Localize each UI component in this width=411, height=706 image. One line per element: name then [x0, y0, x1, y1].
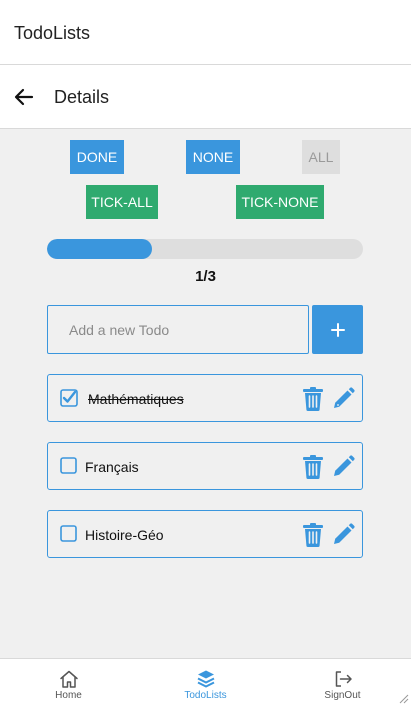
nav-todolists-label: TodoLists	[184, 690, 227, 701]
arrow-left-icon[interactable]	[12, 85, 36, 109]
todo-label: Mathématiques	[88, 391, 184, 407]
tick-all-button[interactable]: TICK-ALL	[86, 185, 158, 219]
todo-label: Histoire-Géo	[85, 527, 164, 543]
home-icon	[59, 670, 78, 688]
nav-signout[interactable]: SignOut	[274, 659, 411, 706]
add-todo-button[interactable]	[312, 305, 363, 354]
progress-bar	[47, 239, 363, 259]
todo-label: Français	[85, 459, 139, 475]
nav-home-label: Home	[55, 690, 82, 701]
page-title: Details	[54, 87, 110, 107]
checkbox-unchecked-icon[interactable]	[60, 457, 78, 475]
app-bar: TodoLists	[0, 0, 411, 65]
progress-count: 1/3	[195, 268, 216, 285]
checkbox-unchecked-icon[interactable]	[60, 525, 78, 543]
filter-none-button[interactable]: NONE	[186, 140, 240, 174]
nav-todolists[interactable]: TodoLists	[137, 659, 274, 706]
plus-icon	[330, 322, 345, 337]
resize-grip-icon[interactable]	[397, 692, 409, 704]
todo-item: Histoire-Géo	[47, 510, 363, 558]
trash-icon[interactable]	[302, 523, 324, 547]
trash-icon[interactable]	[302, 387, 324, 411]
todo-item: Mathématiques	[47, 374, 363, 422]
filter-done-button[interactable]: DONE	[70, 140, 124, 174]
bottom-navigation: Home TodoLists SignOut	[0, 658, 411, 706]
pencil-icon[interactable]	[331, 455, 355, 479]
checkbox-checked-icon[interactable]	[60, 389, 78, 407]
todo-item: Français	[47, 442, 363, 490]
app-title: TodoLists	[14, 23, 91, 43]
pencil-icon[interactable]	[331, 523, 355, 547]
tick-none-button[interactable]: TICK-NONE	[236, 185, 324, 219]
pencil-icon[interactable]	[331, 387, 355, 411]
details-header: Details	[0, 65, 411, 129]
filter-all-button[interactable]: ALL	[302, 140, 340, 174]
trash-icon[interactable]	[302, 455, 324, 479]
sign-out-icon	[335, 671, 352, 687]
nav-signout-label: SignOut	[324, 690, 361, 701]
new-todo-input[interactable]	[47, 305, 309, 354]
layers-icon	[197, 670, 214, 688]
progress-fill	[47, 239, 153, 259]
nav-home[interactable]: Home	[0, 659, 137, 706]
